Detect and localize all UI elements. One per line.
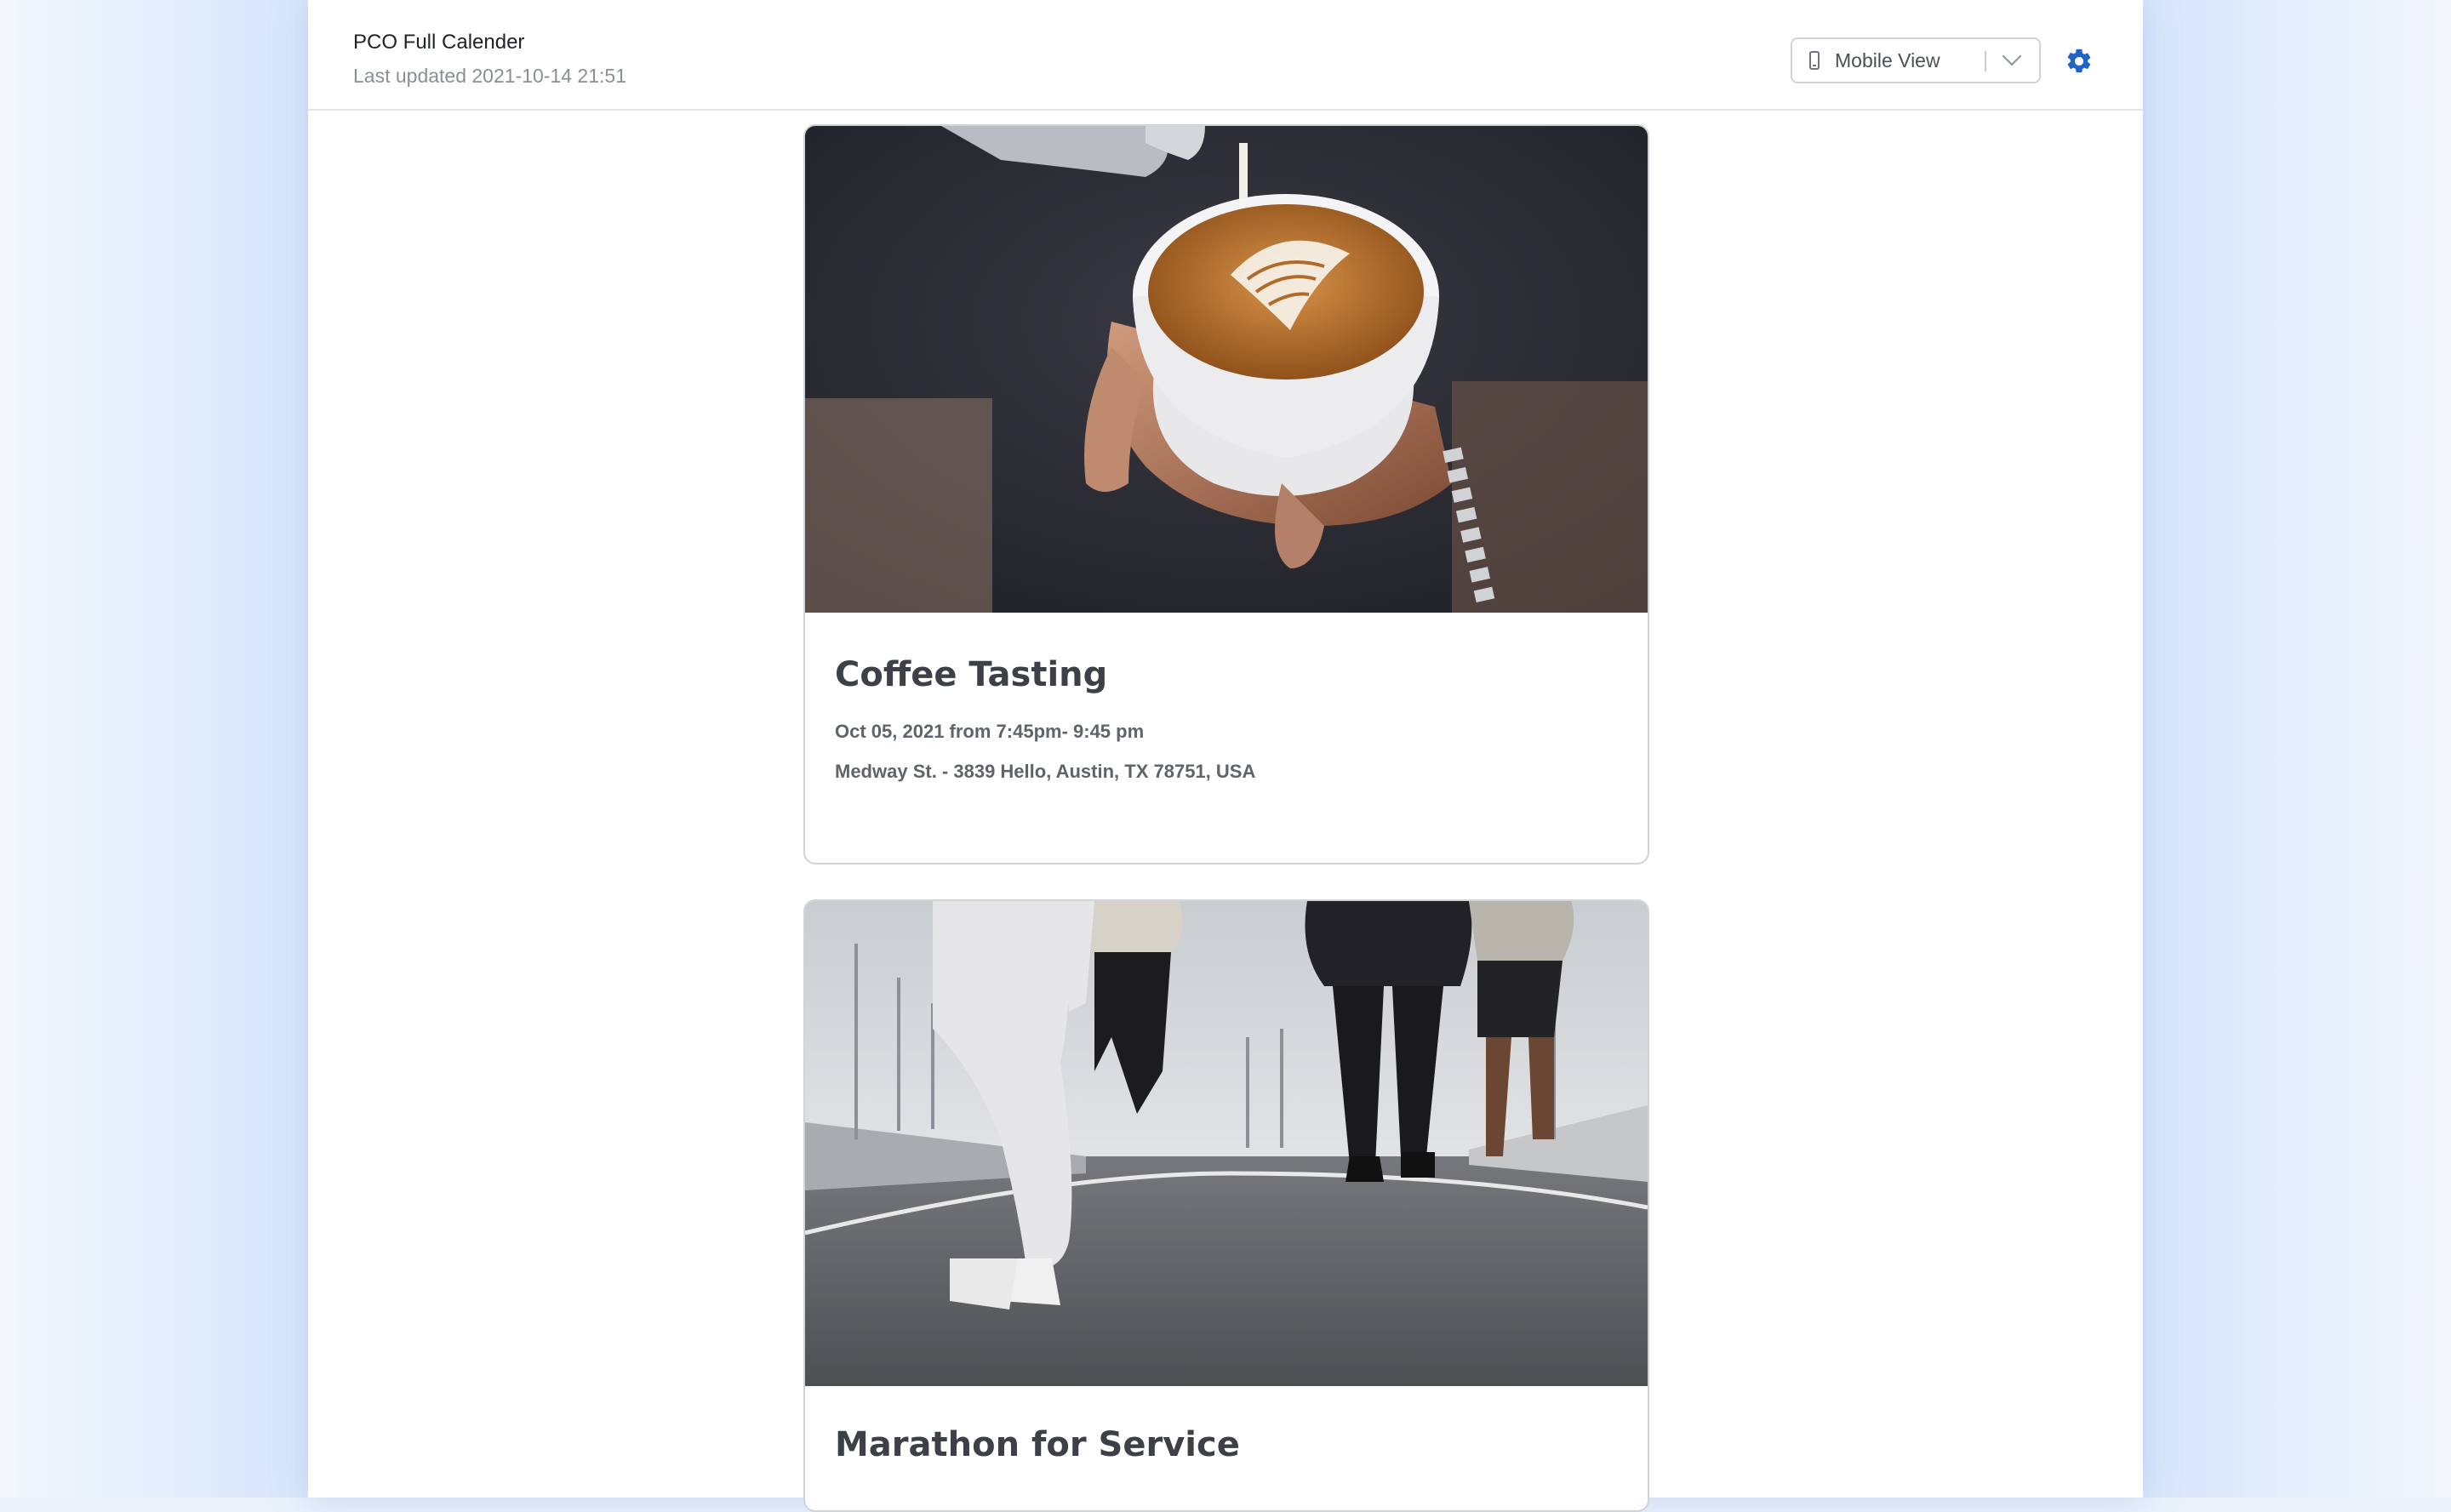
last-updated-text: Last updated 2021-10-14 21:51 [353,65,626,87]
chevron-down-icon[interactable] [2002,46,2022,66]
page-title: PCO Full Calender [353,31,525,54]
event-card[interactable]: Marathon for Service [803,899,1649,1512]
view-mode-label: Mobile View [1835,48,1940,71]
select-divider [1985,51,1986,71]
event-datetime: Oct 05, 2021 from 7:45pm- 9:45 pm [835,721,1145,742]
event-location: Medway St. - 3839 Hello, Austin, TX 7875… [835,761,1256,782]
view-mode-select[interactable]: Mobile View [1791,37,2041,83]
top-bar: PCO Full Calender Last updated 2021-10-1… [308,0,2143,111]
gear-icon[interactable] [2065,47,2094,76]
event-title[interactable]: Marathon for Service [835,1425,1240,1464]
latte-art-photo [805,126,1648,613]
calendar-panel: PCO Full Calender Last updated 2021-10-1… [308,0,2143,1512]
event-title[interactable]: Coffee Tasting [835,655,1107,694]
runners-on-road-photo [805,901,1648,1386]
event-card[interactable]: Coffee Tasting Oct 05, 2021 from 7:45pm-… [803,124,1649,864]
mobile-phone-icon [1809,51,1820,70]
